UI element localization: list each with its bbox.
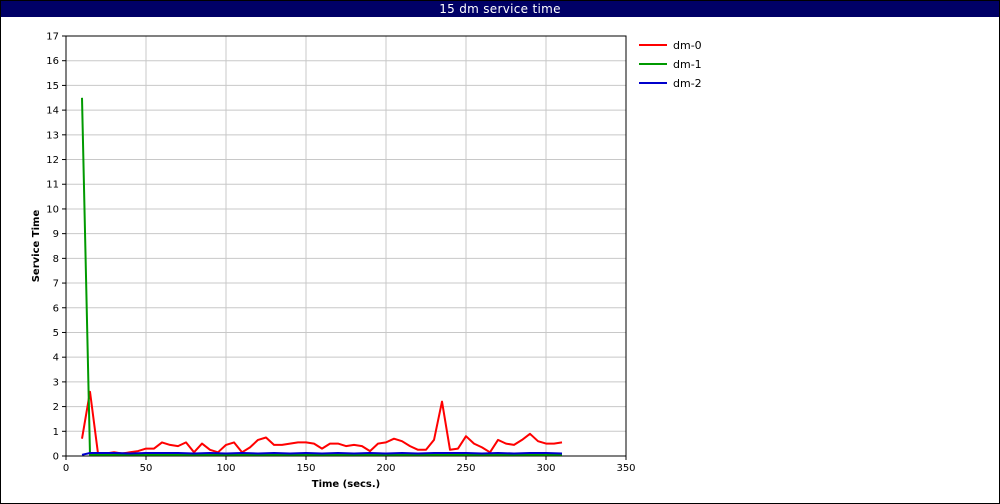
y-tick-label: 1 xyxy=(53,427,59,438)
y-tick-label: 14 xyxy=(46,106,59,117)
y-tick-label: 7 xyxy=(53,279,59,290)
y-tick-label: 12 xyxy=(46,155,59,166)
y-tick-label: 15 xyxy=(46,81,59,92)
y-axis-label: Service Time xyxy=(31,210,42,283)
x-tick-label: 150 xyxy=(296,463,315,474)
legend: dm-0 dm-1 dm-2 xyxy=(639,39,702,90)
x-axis-label: Time (secs.) xyxy=(312,479,381,490)
x-tick-label: 200 xyxy=(376,463,395,474)
plot-area xyxy=(66,36,626,456)
x-tick-label: 0 xyxy=(63,463,69,474)
y-tick-label: 11 xyxy=(46,180,59,191)
y-tick-label: 10 xyxy=(46,204,59,215)
y-tick-label: 5 xyxy=(53,328,59,339)
y-tick-label: 13 xyxy=(46,130,59,141)
service-time-chart: 0 50 100 150 200 250 300 3500123456789101112131… xyxy=(31,32,702,491)
x-tick-label: 350 xyxy=(616,463,635,474)
y-tick-label: 2 xyxy=(53,402,59,413)
x-tick-label: 250 xyxy=(456,463,475,474)
x-tick-label: 300 xyxy=(536,463,555,474)
y-tick-label: 16 xyxy=(46,56,59,67)
y-tick-label: 9 xyxy=(53,229,59,240)
y-tick-label: 4 xyxy=(53,353,59,364)
legend-label-dm-2: dm-2 xyxy=(673,77,702,90)
y-tick-label: 3 xyxy=(53,377,59,388)
y-tick-label: 6 xyxy=(53,303,59,314)
legend-label-dm-1: dm-1 xyxy=(673,58,702,71)
legend-label-dm-0: dm-0 xyxy=(673,39,702,52)
x-tick-label: 50 xyxy=(140,463,153,474)
y-tick-label: 8 xyxy=(53,254,59,265)
x-tick-label: 100 xyxy=(216,463,235,474)
chart-window: 15 dm service time 0 50 100 150 200 250 300 350… xyxy=(0,0,1000,504)
y-tick-label: 17 xyxy=(46,32,59,43)
y-tick-label: 0 xyxy=(53,452,59,463)
